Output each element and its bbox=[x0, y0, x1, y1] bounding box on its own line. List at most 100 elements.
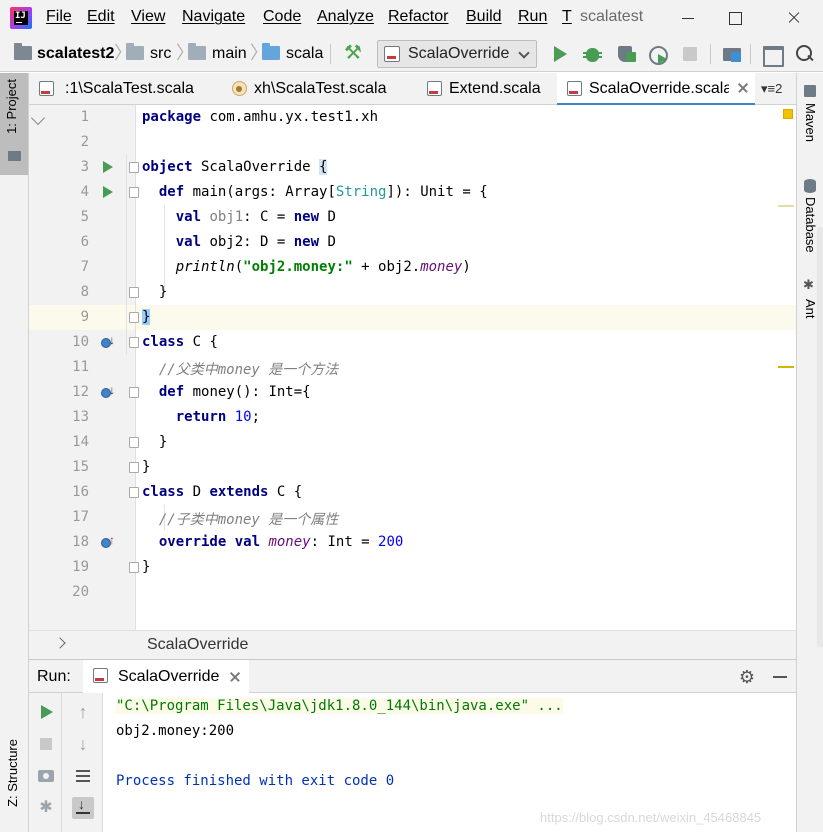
overrides-gutter-icon[interactable] bbox=[101, 533, 115, 550]
project-folder-icon bbox=[8, 151, 21, 161]
menu-file[interactable]: File bbox=[46, 8, 72, 26]
chevron-right-icon[interactable] bbox=[54, 637, 66, 649]
code-editor[interactable]: 1 package com.amhu.yx.test1.xh 2 3 objec… bbox=[29, 105, 823, 647]
menu-edit[interactable]: Edit bbox=[87, 8, 115, 26]
code-text: } bbox=[142, 434, 168, 450]
soft-wrap-icon[interactable] bbox=[72, 765, 94, 787]
breadcrumb-src[interactable]: src bbox=[150, 45, 171, 63]
inspection-status-icon[interactable] bbox=[783, 109, 793, 119]
menu-run[interactable]: Run bbox=[518, 8, 547, 26]
menu-build[interactable]: Build bbox=[466, 8, 502, 26]
maven-tool-button[interactable]: Maven bbox=[797, 79, 823, 159]
code-text: //子类中money 是一个属性 bbox=[158, 512, 339, 528]
profile-icon[interactable] bbox=[645, 42, 669, 66]
code-text: val obj1: C = new D bbox=[175, 209, 336, 225]
window-title: scalatest bbox=[580, 8, 644, 25]
fold-marker-icon[interactable] bbox=[129, 287, 139, 298]
tab-overflow-button[interactable]: ▾≡2 bbox=[761, 81, 782, 97]
folder-icon bbox=[126, 43, 144, 60]
run-configuration-selector[interactable]: ScalaOverride bbox=[377, 40, 537, 68]
run-tab[interactable]: ScalaOverride bbox=[83, 660, 249, 693]
breadcrumb-project[interactable]: scalatest2 bbox=[37, 45, 114, 63]
line-number: 3 bbox=[80, 159, 89, 175]
breadcrumb-main[interactable]: main bbox=[212, 45, 247, 63]
search-icon[interactable] bbox=[792, 42, 816, 66]
line-number: 8 bbox=[80, 284, 89, 300]
run-icon[interactable] bbox=[548, 42, 572, 66]
maximize-window-button[interactable] bbox=[712, 0, 758, 36]
fold-marker-icon[interactable] bbox=[129, 162, 139, 173]
line-number: 9 bbox=[80, 309, 89, 325]
code-text: def money(): Int={ bbox=[158, 384, 311, 400]
camera-icon[interactable] bbox=[35, 765, 57, 787]
gear-icon[interactable]: ⚙ bbox=[737, 667, 757, 687]
menu-view[interactable]: View bbox=[131, 8, 165, 26]
scala-file-icon bbox=[384, 46, 400, 62]
scala-object-icon bbox=[232, 81, 247, 96]
editor-scrollbar[interactable] bbox=[817, 227, 823, 647]
error-stripe-mark[interactable] bbox=[778, 366, 794, 368]
fold-marker-icon[interactable] bbox=[129, 437, 139, 448]
close-tab-icon[interactable] bbox=[737, 82, 749, 94]
code-text: } bbox=[142, 309, 151, 325]
menu-analyze[interactable]: Analyze bbox=[317, 8, 374, 26]
minimize-window-button[interactable] bbox=[664, 0, 710, 36]
run-tab-title: ScalaOverride bbox=[118, 668, 220, 685]
build-hammer-icon[interactable]: ⚒ bbox=[342, 42, 364, 64]
line-number: 16 bbox=[72, 484, 89, 500]
editor-tab[interactable]: xh\ScalaTest.scala bbox=[222, 73, 412, 105]
code-line: 6 val obj2: D = new D bbox=[29, 230, 796, 255]
run-with-coverage-icon[interactable] bbox=[613, 42, 637, 66]
run-label: Run: bbox=[37, 668, 71, 685]
code-breadcrumb-item[interactable]: ScalaOverride bbox=[147, 636, 248, 654]
code-text: } bbox=[142, 459, 151, 475]
code-text: class C { bbox=[142, 334, 218, 350]
code-text: } bbox=[142, 559, 151, 575]
structure-tool-button[interactable]: Z: Structure bbox=[0, 735, 28, 832]
editor-tab[interactable]: Extend.scala bbox=[417, 73, 552, 105]
fold-marker-icon[interactable] bbox=[129, 562, 139, 573]
run-gutter-icon[interactable] bbox=[103, 186, 113, 198]
scroll-to-end-icon[interactable] bbox=[72, 796, 94, 819]
code-line: 12 def money(): Int={ bbox=[29, 380, 796, 405]
presentation-mode-icon[interactable] bbox=[760, 42, 784, 67]
debug-icon[interactable] bbox=[580, 42, 604, 66]
intellij-logo-icon[interactable]: IJ bbox=[10, 7, 32, 29]
menu-refactor[interactable]: Refactor bbox=[388, 8, 448, 26]
menu-tools[interactable]: T bbox=[562, 8, 572, 26]
menu-code[interactable]: Code bbox=[263, 8, 301, 26]
fold-marker-icon[interactable] bbox=[129, 487, 139, 498]
fold-marker-icon[interactable] bbox=[129, 312, 139, 323]
breadcrumb-scala[interactable]: scala bbox=[286, 45, 323, 63]
menu-navigate[interactable]: Navigate bbox=[182, 8, 245, 26]
overridden-gutter-icon[interactable] bbox=[101, 383, 115, 400]
line-number: 14 bbox=[72, 434, 89, 450]
line-number: 17 bbox=[72, 509, 89, 525]
error-stripe-mark[interactable] bbox=[778, 205, 794, 207]
close-window-button[interactable] bbox=[771, 0, 817, 36]
implemented-gutter-icon[interactable] bbox=[101, 333, 115, 350]
project-tool-button[interactable]: 1: Project bbox=[0, 73, 28, 175]
arrow-up-icon[interactable]: ↑ bbox=[72, 701, 94, 723]
editor-tab[interactable]: :1\ScalaTest.scala bbox=[29, 73, 217, 105]
editor-tab-active[interactable]: ScalaOverride.scala bbox=[557, 73, 755, 106]
fold-marker-icon[interactable] bbox=[129, 462, 139, 473]
project-tool-label: 1: Project bbox=[4, 79, 19, 134]
run-toolbar-secondary: ↑ ↓ bbox=[62, 693, 103, 832]
close-tab-icon[interactable] bbox=[229, 671, 241, 683]
fold-marker-icon[interactable] bbox=[129, 337, 139, 348]
stop-icon[interactable] bbox=[35, 733, 57, 755]
run-gutter-icon[interactable] bbox=[103, 161, 113, 173]
arrow-down-icon[interactable]: ↓ bbox=[72, 733, 94, 755]
fold-marker-icon[interactable] bbox=[129, 187, 139, 198]
hide-panel-icon[interactable] bbox=[773, 676, 787, 678]
project-structure-icon[interactable] bbox=[720, 42, 744, 66]
folder-icon bbox=[188, 43, 206, 60]
module-folder-icon bbox=[14, 43, 32, 60]
code-line: 3 object ScalaOverride { bbox=[29, 155, 796, 180]
code-line: 19 } bbox=[29, 555, 796, 580]
settings-icon[interactable]: ✱ bbox=[35, 797, 57, 819]
fold-marker-icon[interactable] bbox=[129, 387, 139, 398]
rerun-icon[interactable] bbox=[35, 701, 57, 723]
stop-icon[interactable] bbox=[678, 42, 702, 66]
